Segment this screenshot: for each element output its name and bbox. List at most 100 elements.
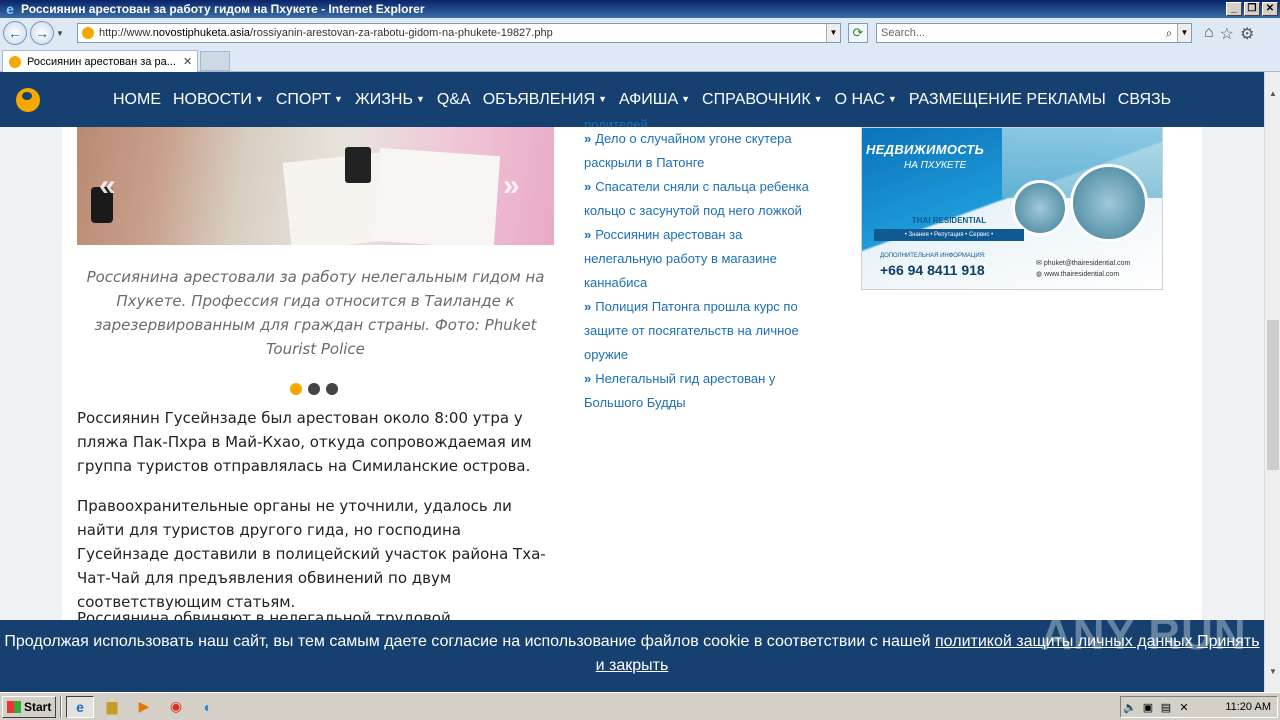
site-logo-icon[interactable] — [16, 88, 40, 112]
slider-dot[interactable] — [290, 383, 302, 395]
history-dropdown-icon[interactable]: ▼ — [56, 29, 66, 38]
ad-villa-image — [1012, 180, 1068, 236]
nav-item-label: РАЗМЕЩЕНИЕ РЕКЛАМЫ — [908, 90, 1106, 108]
slider-dot[interactable] — [326, 383, 338, 395]
tools-gear-icon[interactable]: ⚙ — [1240, 24, 1254, 44]
taskbar-media-player-icon[interactable]: ▶ — [130, 696, 158, 718]
nav-item-label: HOME — [113, 90, 161, 108]
search-input[interactable]: Search... ⌕ ▼ — [876, 23, 1192, 43]
ad-tagline: • Знания • Репутация • Сервис • — [874, 229, 1024, 241]
ad-interior-image — [1070, 164, 1148, 242]
tab-close-icon[interactable]: ✕ — [183, 55, 197, 68]
address-input[interactable]: http://www.novostiphuketa.asia/rossiyani… — [77, 23, 841, 43]
volume-icon[interactable]: 🔈 — [1121, 701, 1139, 714]
chevron-right-icon: » — [584, 371, 592, 386]
tab-bar: Россиянин арестован за ра... ✕ — [0, 48, 1280, 72]
url-domain: novostiphuketa.asia — [152, 27, 251, 39]
favorites-star-icon[interactable]: ☆ — [1220, 24, 1234, 44]
slide-photo-paper — [373, 147, 501, 245]
ad-brand: THAI RESIDENTIAL — [911, 216, 987, 225]
address-toolbar: ← → ▼ http://www.novostiphuketa.asia/ros… — [0, 18, 1280, 48]
ad-info-label: ДОПОЛНИТЕЛЬНАЯ ИНФОРМАЦИЯ: — [880, 253, 986, 259]
related-item[interactable]: » Россиянин арестован за нелегальную рабо… — [584, 223, 809, 295]
tab-title: Россиянин арестован за ра... — [27, 55, 176, 68]
taskbar-edge-icon[interactable]: ◐ — [194, 696, 222, 718]
ad-title: НЕДВИЖИМОСТЬ — [866, 142, 985, 157]
chevron-right-icon: » — [584, 131, 592, 146]
close-button[interactable]: ✕ — [1262, 2, 1278, 16]
taskbar-explorer-icon[interactable]: ▆ — [98, 696, 126, 718]
related-item-label: Спасатели сняли с пальца ребенка кольцо … — [584, 179, 809, 218]
globe-icon: ◍ — [1036, 271, 1045, 278]
related-item[interactable]: » Полиция Патонга прошла курс по защите о… — [584, 295, 809, 367]
nav-item[interactable]: СВЯЗЬ — [1118, 91, 1171, 109]
nav-item[interactable]: АФИША ▼ — [619, 91, 690, 109]
slider-dot[interactable] — [308, 383, 320, 395]
address-dropdown-icon[interactable]: ▼ — [826, 24, 840, 42]
alert-icon[interactable]: ✕ — [1175, 701, 1193, 714]
window-controls: _ ❐ ✕ — [1226, 2, 1278, 16]
ad-phone: +66 94 8411 918 — [880, 262, 985, 278]
nav-item-label: СВЯЗЬ — [1117, 90, 1172, 108]
search-icon[interactable]: ⌕ — [1161, 26, 1177, 41]
related-item[interactable]: » Спасатели сняли с пальца ребенка кольцо… — [584, 175, 809, 223]
start-button[interactable]: Start — [2, 695, 56, 718]
caret-down-icon: ▼ — [415, 93, 425, 104]
nav-item[interactable]: HOME — [113, 91, 161, 109]
vertical-scrollbar[interactable]: ▲ ▼ — [1264, 72, 1280, 692]
slider-dots — [290, 383, 338, 395]
related-item-partial[interactable]: родителей — [584, 115, 809, 127]
real-estate-ad-banner[interactable]: НЕДВИЖИМОСТЬ НА ПХУКЕТЕ THAI RESIDENTIAL… — [861, 127, 1163, 290]
nav-item[interactable]: СПОРТ ▼ — [276, 91, 343, 109]
back-button[interactable]: ← — [3, 21, 27, 45]
home-icon[interactable]: ⌂ — [1204, 24, 1214, 44]
taskbar-chrome-icon[interactable]: ◉ — [162, 696, 190, 718]
security-icon[interactable]: ▤ — [1157, 701, 1175, 714]
window-titlebar: e Россиянин арестован за работу гидом на… — [0, 0, 1280, 18]
nav-item[interactable]: ОБЪЯВЛЕНИЯ ▼ — [483, 91, 607, 109]
nav-item[interactable]: О НАС ▼ — [835, 91, 897, 109]
photo-slider[interactable]: « » — [77, 127, 554, 245]
search-placeholder: Search... — [881, 27, 926, 39]
url-prefix: http://www. — [99, 27, 153, 39]
chevron-right-icon: » — [584, 299, 592, 314]
chevron-right-icon: » — [584, 227, 592, 242]
clock: 11:20 AM — [1225, 701, 1271, 713]
scroll-down-icon[interactable]: ▼ — [1265, 664, 1280, 680]
nav-item-label: О НАС — [834, 90, 885, 108]
network-icon[interactable]: ▣ — [1139, 701, 1157, 714]
taskbar-ie-icon[interactable]: e — [66, 695, 94, 718]
nav-item[interactable]: НОВОСТИ ▼ — [173, 91, 264, 109]
search-dropdown-icon[interactable]: ▼ — [1177, 24, 1191, 42]
nav-item[interactable]: Q&A — [437, 91, 471, 109]
caret-down-icon: ▼ — [334, 93, 343, 104]
ad-contacts: ✉ phuket@thairesidential.com ◍ www.thair… — [1036, 258, 1130, 280]
article-paragraph: Россиянин Гусейнзаде был арестован около… — [77, 409, 532, 475]
related-item-label: Россиянин арестован за нелегальную работ… — [584, 227, 777, 290]
slide-photo-phone — [345, 147, 371, 183]
nav-item[interactable]: ЖИЗНЬ ▼ — [355, 91, 425, 109]
slider-prev-icon[interactable]: « — [99, 169, 116, 203]
caret-down-icon: ▼ — [254, 93, 264, 104]
nav-item[interactable]: РАЗМЕЩЕНИЕ РЕКЛАМЫ — [909, 91, 1106, 109]
slider-next-icon[interactable]: » — [503, 169, 520, 203]
nav-item[interactable]: СПРАВОЧНИК ▼ — [702, 91, 823, 109]
refresh-icon[interactable]: ⟳ — [848, 23, 868, 43]
window-title: Россиянин арестован за работу гидом на П… — [21, 2, 425, 16]
ad-website: www.thairesidential.com — [1044, 271, 1120, 278]
minimize-button[interactable]: _ — [1226, 2, 1242, 16]
nav-item-label: ОБЪЯВЛЕНИЯ — [482, 90, 596, 108]
nav-item-label: НОВОСТИ — [173, 90, 252, 108]
related-item[interactable]: » Нелегальный гид арестован у Большого Бу… — [584, 367, 809, 415]
nav-item-label: СПОРТ — [275, 90, 332, 108]
restore-button[interactable]: ❐ — [1244, 2, 1260, 16]
related-item-label: Дело о случайном угоне скутера раскрыли … — [584, 131, 792, 170]
scroll-up-icon[interactable]: ▲ — [1265, 86, 1280, 102]
related-news-list: родителей » Дело о случайном угоне скутер… — [584, 115, 809, 415]
url-text[interactable]: http://www.novostiphuketa.asia/rossiyani… — [99, 27, 826, 39]
scrollbar-thumb[interactable] — [1267, 320, 1279, 470]
forward-button[interactable]: → — [30, 21, 54, 45]
tab-active[interactable]: Россиянин арестован за ра... ✕ — [2, 50, 198, 72]
related-item[interactable]: » Дело о случайном угоне скутера раскрыли… — [584, 127, 809, 175]
new-tab-button[interactable] — [200, 51, 230, 71]
